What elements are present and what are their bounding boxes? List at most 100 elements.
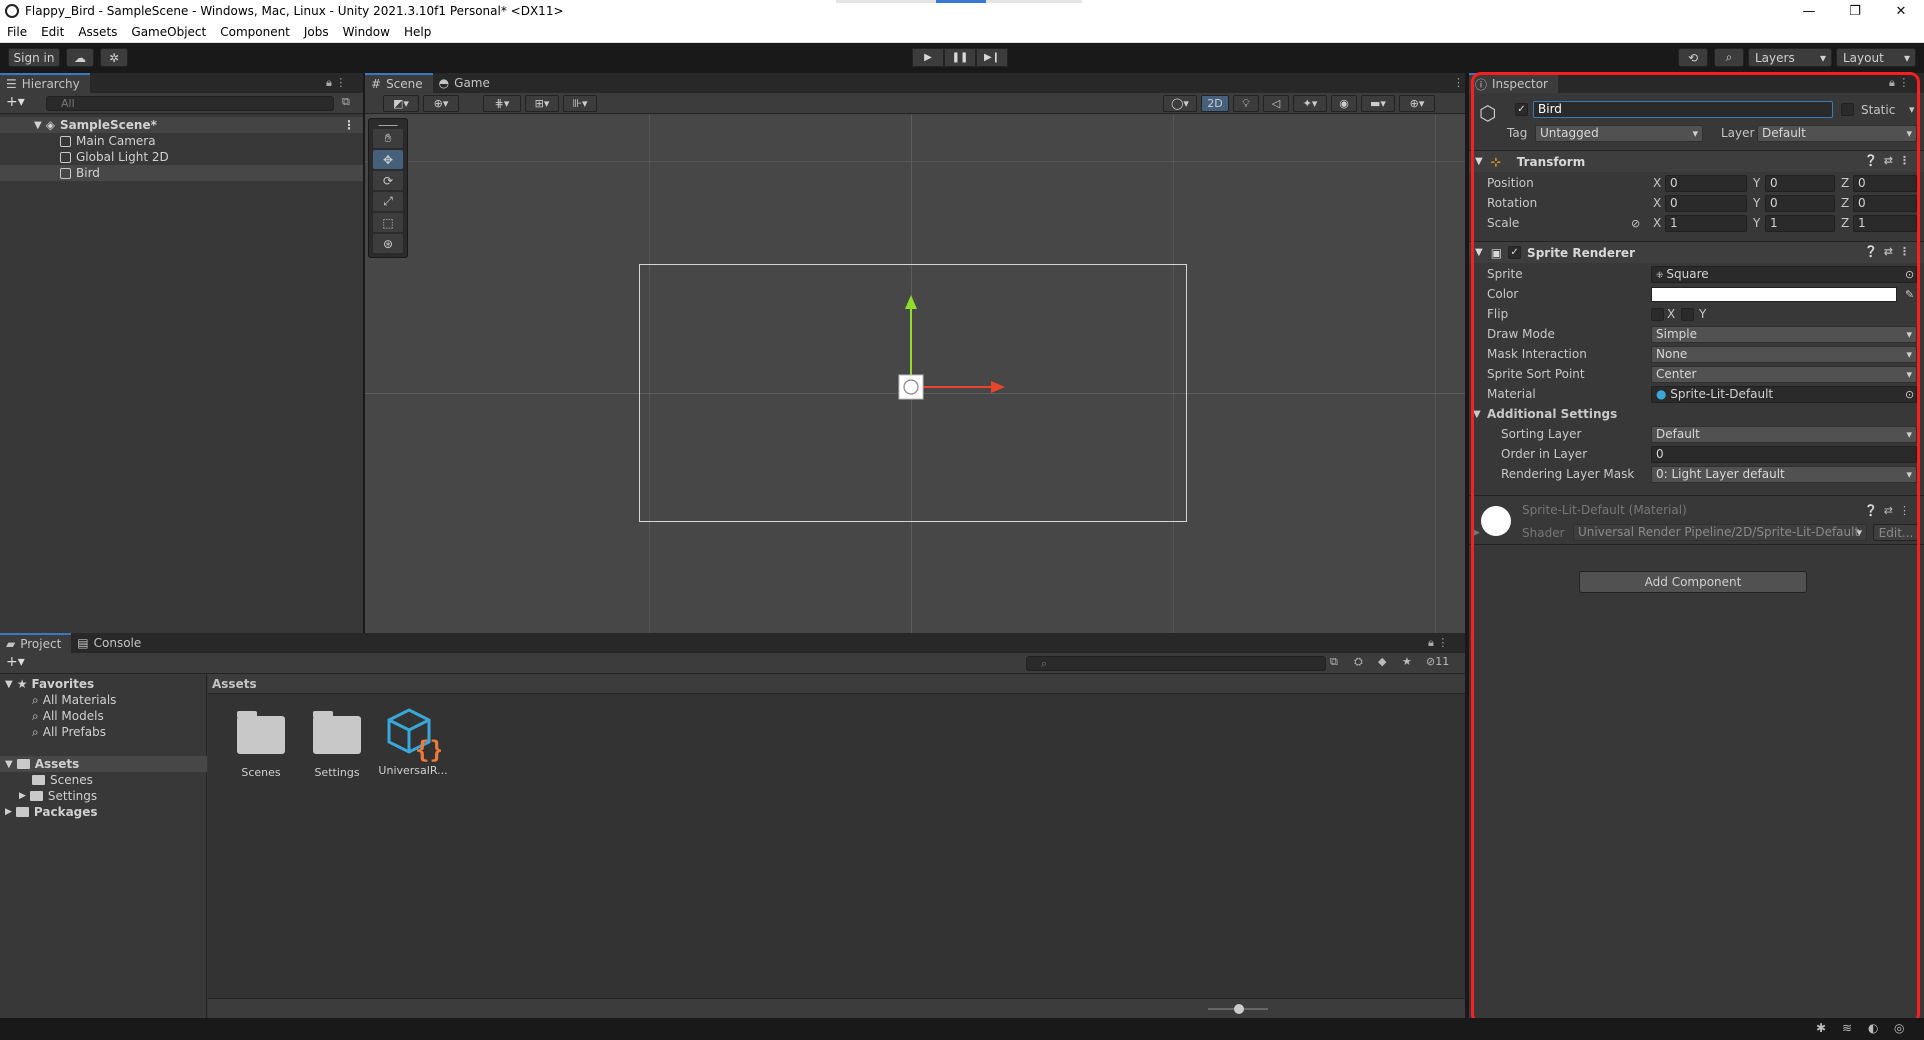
favorite-star-icon[interactable]: ★ [1402,655,1412,668]
layer-dropdown[interactable]: Default [1757,125,1917,142]
draw-mode-dropdown[interactable]: Simple [1651,326,1917,343]
add-component-button[interactable]: Add Component [1579,571,1807,593]
menu-file[interactable]: File [0,25,34,39]
position-x-field[interactable]: 0 [1665,175,1747,192]
scene-viewport[interactable]: ⸺ ✋︎ ✥ ⟳ ⤢ ⬚ ⊛ [365,115,1465,633]
packages-folder[interactable]: ▶ Packages [0,804,207,820]
object-picker-icon[interactable]: ⊙ [1905,268,1914,281]
object-picker-icon[interactable]: ⊙ [1905,388,1914,401]
scale-y-field[interactable]: 1 [1765,215,1835,232]
favorites-folder[interactable]: ▼ ★ Favorites [0,676,207,692]
scene-menu-icon[interactable]: ⋮ [1453,76,1464,89]
sorting-layer-dropdown[interactable]: Default [1651,426,1917,443]
list-item[interactable]: ⌕ All Materials [0,692,207,708]
mask-interaction-dropdown[interactable]: None [1651,346,1917,363]
menu-help[interactable]: Help [397,25,438,39]
camera-dropdown[interactable]: ◯▾ [1163,95,1197,112]
render-dropdown[interactable]: ⊕▾ [423,95,459,112]
lock-icon[interactable]: 🔒︎ ⋮ [1428,636,1448,650]
rendering-layer-mask-dropdown[interactable]: 0: Light Layer default [1651,466,1917,483]
list-item[interactable]: ⌕ All Models [0,708,207,724]
project-search-input[interactable]: ⌕ [1026,656,1326,671]
tab-project[interactable]: ▰ Project [0,633,72,653]
link-icon[interactable]: ⊘ [1631,217,1640,230]
sprite-sort-point-dropdown[interactable]: Center [1651,366,1917,383]
assets-folder[interactable]: ▼ Assets [0,756,207,772]
component-help-icon[interactable]: ❔⇄⋮ [1864,154,1916,167]
transform-header[interactable]: ▼ ⊹ Transform ❔⇄⋮ [1469,150,1924,172]
tab-console[interactable]: ▤ Console [71,633,151,653]
asset-tile[interactable]: Scenes [226,706,296,779]
close-button[interactable]: ✕ [1878,0,1924,22]
mode-2d-toggle[interactable]: 2D [1201,95,1229,112]
position-z-field[interactable]: 0 [1853,175,1917,192]
progress-icon[interactable]: ◎ [1894,1021,1904,1035]
expand-arrow-icon[interactable]: ▼ [1475,156,1483,167]
scene-menu-icon[interactable]: ⋮ [343,118,355,132]
rotate-tool-icon[interactable]: ⟳ [373,171,403,190]
menu-assets[interactable]: Assets [71,25,124,39]
scale-x-field[interactable]: 1 [1665,215,1747,232]
bake-icon[interactable]: ◐ [1868,1021,1878,1035]
add-icon[interactable]: +▾ [6,654,25,670]
expand-arrow-icon[interactable]: ▶ [19,791,26,801]
x-arrow-icon[interactable] [991,381,1005,393]
sprite-renderer-enabled-checkbox[interactable]: ✓ [1508,246,1522,259]
tab-scene[interactable]: # Scene [365,73,433,93]
scene-search-icon[interactable]: ⧉ [342,95,350,109]
material-object-field[interactable]: ● Sprite-Lit-Default [1651,386,1917,403]
add-icon[interactable]: +▾ [6,94,25,110]
layout-dropdown[interactable]: Layout ▾ [1836,48,1916,67]
active-checkbox[interactable]: ✓ [1515,103,1528,116]
history-icon[interactable]: ⟲ [1678,48,1708,67]
rect-tool-icon[interactable]: ⬚ [373,213,403,232]
list-item[interactable]: ⌕ All Prefabs [0,724,207,740]
list-item[interactable]: ▶ Settings [0,788,207,804]
edit-shader-button[interactable]: Edit... [1873,524,1919,541]
component-help-icon[interactable]: ❔⇄⋮ [1864,245,1916,258]
expand-arrow-icon[interactable]: ▼ [5,759,13,770]
y-arrow-icon[interactable] [905,295,917,309]
menu-gameobject[interactable]: GameObject [124,25,213,39]
list-item[interactable]: Global Light 2D [0,149,363,165]
list-item[interactable]: Main Camera [0,133,363,149]
sign-in-button[interactable]: Sign in [8,48,60,67]
tag-dropdown[interactable]: Untagged [1535,125,1703,142]
filter-icon[interactable]: ⛭ [1354,655,1363,669]
search-icon[interactable]: ⌕ [1714,48,1744,67]
expand-arrow-icon[interactable]: ▼ [1475,247,1483,258]
expand-arrow-icon[interactable]: ▼ [1473,409,1481,420]
gizmos-dropdown[interactable]: ⊕▾ [1399,95,1435,112]
audio-icon[interactable]: ◁ [1263,95,1289,112]
asset-tile[interactable]: {} UniversalR... [378,706,448,777]
zoom-slider-handle[interactable] [1234,1004,1244,1014]
bird-sprite[interactable] [898,374,924,400]
tab-inspector[interactable]: ⓘ Inspector [1469,73,1558,93]
expand-arrow-icon[interactable]: ▼ [5,679,13,690]
increment-dropdown[interactable]: ⊪▾ [563,95,597,112]
sprite-renderer-header[interactable]: ▼ ▣ ✓ Sprite Renderer ❔⇄⋮ [1469,241,1924,263]
draw-mode-dropdown[interactable]: ◩▾ [383,95,419,112]
menu-window[interactable]: Window [336,25,397,39]
static-checkbox[interactable] [1841,103,1854,116]
menu-edit[interactable]: Edit [34,25,71,39]
snap-dropdown[interactable]: ⋕▾ [483,95,521,112]
step-button[interactable]: ▶❙ [976,48,1008,67]
asset-tile[interactable]: Settings [302,706,372,779]
minimize-button[interactable]: — [1786,0,1832,22]
order-in-layer-field[interactable]: 0 [1651,446,1917,463]
scale-tool-icon[interactable]: ⤢ [373,192,403,211]
menu-component[interactable]: Component [213,25,297,39]
additional-settings-foldout[interactable]: ▼ Additional Settings [1469,404,1924,424]
cloud-icon[interactable]: ☁ [66,48,94,67]
rotation-z-field[interactable]: 0 [1853,195,1917,212]
tab-game[interactable]: ◓ Game [433,73,500,93]
component-help-icon[interactable]: ❔⇄⋮ [1864,504,1916,517]
expand-arrow-icon[interactable]: ▼ [34,120,42,131]
position-y-field[interactable]: 0 [1765,175,1835,192]
lock-icon[interactable]: 🔒︎ ⋮ [1889,76,1909,90]
play-button[interactable]: ▶ [912,48,944,67]
flip-y-checkbox[interactable] [1681,307,1694,321]
hierarchy-search-input[interactable]: All [46,96,334,111]
move-gizmo[interactable] [885,291,1065,411]
